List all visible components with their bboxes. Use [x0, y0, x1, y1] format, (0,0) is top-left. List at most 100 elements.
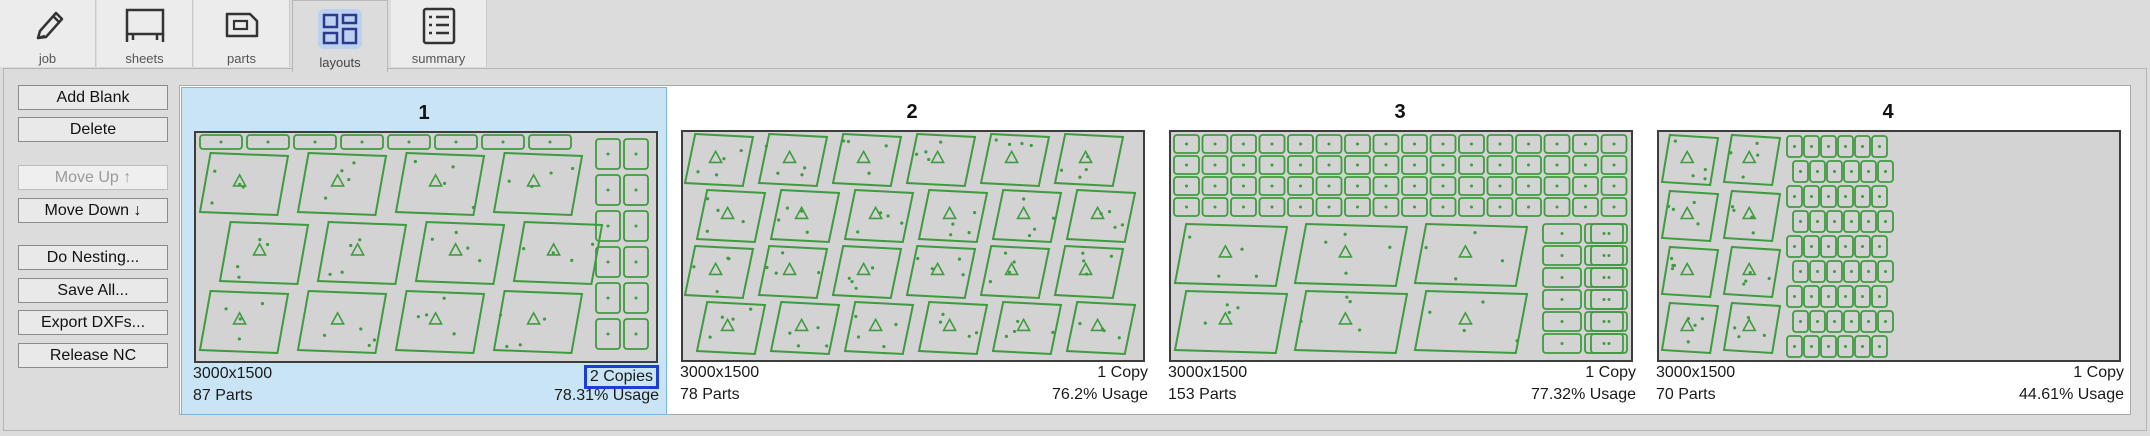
tab-parts[interactable]: parts [194, 0, 290, 67]
part-hole [1732, 208, 1736, 213]
part-cutout [1741, 149, 1757, 164]
nested-part [1660, 189, 1720, 243]
nested-part [917, 300, 989, 356]
part-hole [359, 327, 363, 331]
part-hole [452, 332, 456, 336]
part-hole [1844, 295, 1847, 298]
part-hole [1441, 163, 1445, 167]
part-hole [1109, 254, 1114, 258]
part-hole [606, 152, 610, 156]
delete-button[interactable]: Delete [18, 117, 168, 142]
nested-part [757, 132, 829, 188]
part-hole [606, 260, 610, 264]
part-hole [1384, 184, 1388, 188]
part-hole [785, 206, 790, 210]
part-hole [1878, 245, 1881, 248]
nested-part [1065, 188, 1137, 244]
add-blank-button[interactable]: Add Blank [18, 85, 168, 110]
part-hole [1428, 310, 1432, 314]
part-hole [1850, 220, 1853, 223]
part-hole [1560, 232, 1564, 235]
layout-card-3[interactable]: 3 3000x1500 1 Copy 153 Parts 77.32% Usag… [1157, 87, 1643, 415]
part-cutout [942, 205, 957, 220]
layout-card-4[interactable]: 4 3000x1500 1 Copy 70 Parts 44.61% Usage [1645, 87, 2131, 415]
layout-card-1[interactable]: 1 3000x1500 2 Copies 87 Parts 78.31% Usa… [181, 87, 667, 415]
part-cutout [428, 311, 443, 325]
part-hole [914, 152, 919, 156]
part-hole [774, 271, 778, 275]
part-hole [1741, 175, 1745, 179]
save-all-button[interactable]: Save All... [18, 278, 168, 303]
part-hole [238, 182, 242, 186]
part-hole [1270, 142, 1274, 146]
nested-part [991, 300, 1063, 356]
part-hole [1084, 167, 1088, 172]
part-hole [1384, 142, 1388, 146]
part-hole [1607, 298, 1611, 301]
tab-layouts[interactable]: layouts [292, 0, 388, 72]
part-hole [1424, 245, 1428, 250]
part-hole [776, 171, 780, 175]
copies-count[interactable]: 2 Copies [583, 365, 659, 389]
part-cutout [942, 317, 957, 332]
part-hole [507, 179, 511, 183]
layout-number: 4 [1882, 101, 1894, 123]
move-down-button[interactable]: Move Down ↓ [18, 198, 168, 223]
tab-sheets[interactable]: sheets [97, 0, 193, 67]
part-cutout [1016, 205, 1031, 220]
part-hole [1384, 163, 1388, 167]
part-cutout [1004, 261, 1019, 276]
part-hole [1793, 295, 1796, 298]
part-hole [988, 280, 992, 284]
part-hole [236, 265, 240, 269]
part-hole [1751, 231, 1755, 235]
part-hole [1767, 276, 1771, 281]
part-hole [1227, 310, 1231, 315]
tab-summary[interactable]: summary [391, 0, 487, 67]
do-nesting-button[interactable]: Do Nesting... [18, 245, 168, 270]
part-hole [549, 171, 553, 175]
sheet-size: 3000x1500 [680, 364, 760, 381]
part-hole [938, 320, 943, 324]
part-hole [1810, 145, 1813, 148]
part-hole [749, 307, 753, 311]
part-hole [1029, 143, 1033, 148]
part-hole [1022, 197, 1026, 201]
part-hole [1833, 270, 1836, 273]
part-hole [1082, 259, 1086, 263]
part-hole [1084, 272, 1089, 276]
part-hole [1850, 270, 1853, 273]
part-hole [841, 139, 846, 143]
part-hole [1120, 223, 1125, 227]
part-hole [1612, 142, 1616, 146]
part-hole [1527, 205, 1530, 209]
part-hole [530, 184, 534, 189]
part-hole [1878, 195, 1881, 198]
part-hole [974, 331, 979, 335]
part-cutout [708, 149, 723, 164]
sheet-preview [681, 130, 1145, 362]
part-cutout [1679, 317, 1695, 332]
move-up-button[interactable]: Move Up ↑ [18, 165, 168, 190]
part-hole [367, 343, 371, 348]
part-hole [1844, 245, 1847, 248]
part-hole [1020, 141, 1024, 146]
part-hole [1185, 205, 1188, 209]
part-icon [225, 12, 258, 38]
part-hole [1867, 170, 1870, 173]
part-hole [1861, 345, 1864, 348]
part-cutout [1218, 244, 1233, 258]
export-dxfs-button[interactable]: Export DXFs... [18, 310, 168, 335]
tab-job[interactable]: job [0, 0, 96, 67]
part-hole [1555, 163, 1559, 167]
part-hole [313, 140, 317, 144]
part-cutout [1004, 149, 1019, 164]
release-nc-button[interactable]: Release NC [18, 343, 168, 368]
part-hole [1744, 279, 1748, 283]
part-hole [1185, 184, 1188, 188]
part-hole [634, 260, 638, 264]
part-hole [1584, 205, 1587, 209]
part-hole [1441, 142, 1445, 146]
part-hole [927, 157, 931, 162]
layout-card-2[interactable]: 2 3000x1500 1 Copy 78 Parts 76.2% Usage [669, 87, 1155, 415]
